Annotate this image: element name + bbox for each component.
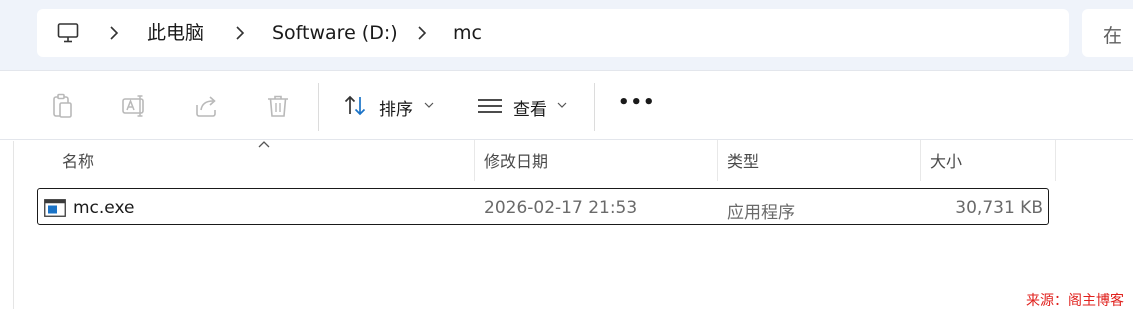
column-divider[interactable] <box>1055 140 1056 181</box>
delete-icon[interactable] <box>264 92 292 120</box>
breadcrumb-item-drive[interactable]: Software (D:) <box>272 21 398 45</box>
sort-ascending-icon <box>258 141 270 148</box>
column-divider[interactable] <box>717 140 718 181</box>
file-name[interactable]: mc.exe <box>73 198 134 218</box>
table-row[interactable]: mc.exe 2026-02-17 21:53 应用程序 30,731 KB <box>37 188 1049 225</box>
breadcrumb-item-this-pc[interactable]: 此电脑 <box>147 21 204 45</box>
file-size: 30,731 KB <box>955 198 1043 218</box>
column-header-modified[interactable]: 修改日期 <box>484 148 548 172</box>
computer-icon[interactable] <box>56 21 80 45</box>
watermark-text: 来源：阁主博客 <box>1026 293 1124 309</box>
sort-button[interactable]: 排序 <box>379 95 413 120</box>
view-icon[interactable] <box>476 92 504 120</box>
chevron-right-icon[interactable] <box>412 23 432 43</box>
chevron-right-icon[interactable] <box>230 23 250 43</box>
rename-icon[interactable] <box>120 92 148 120</box>
column-header-name[interactable]: 名称 <box>62 148 94 172</box>
command-bar: 排序 查看 ••• <box>0 70 1133 140</box>
column-header-type[interactable]: 类型 <box>727 148 759 172</box>
column-header-size[interactable]: 大小 <box>930 148 962 172</box>
share-icon[interactable] <box>193 92 221 120</box>
search-placeholder: 在 <box>1103 25 1123 47</box>
search-box[interactable]: 在 <box>1082 9 1133 57</box>
toolbar-separator <box>594 83 595 131</box>
address-bar-area: 此电脑 Software (D:) mc 在 <box>0 0 1133 70</box>
view-button[interactable]: 查看 <box>513 95 547 120</box>
column-divider[interactable] <box>920 140 921 181</box>
breadcrumb-item-folder[interactable]: mc <box>453 21 482 45</box>
navigation-pane[interactable] <box>0 141 14 309</box>
file-type: 应用程序 <box>727 203 795 223</box>
chevron-down-icon[interactable] <box>424 101 434 109</box>
column-divider[interactable] <box>474 140 475 181</box>
chevron-down-icon[interactable] <box>557 101 567 109</box>
copy-icon[interactable] <box>48 92 76 120</box>
executable-icon <box>44 199 66 217</box>
more-options-button[interactable]: ••• <box>618 92 656 113</box>
chevron-right-icon[interactable] <box>104 23 124 43</box>
file-modified: 2026-02-17 21:53 <box>484 198 638 218</box>
sort-icon[interactable] <box>342 92 370 120</box>
toolbar-separator <box>318 83 319 131</box>
